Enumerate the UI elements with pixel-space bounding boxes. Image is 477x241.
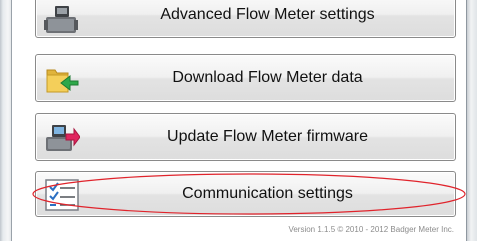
communication-settings-label: Communication settings bbox=[182, 185, 353, 202]
update-flow-meter-firmware-label: Update Flow Meter firmware bbox=[167, 128, 368, 145]
advanced-flow-meter-settings-label: Advanced Flow Meter settings bbox=[160, 6, 375, 23]
advanced-flow-meter-settings-button[interactable]: Advanced Flow Meter settings bbox=[35, 0, 456, 38]
flow-meter-icon bbox=[44, 3, 80, 37]
download-flow-meter-data-label: Download Flow Meter data bbox=[172, 69, 363, 86]
download-flow-meter-data-button[interactable]: Download Flow Meter data bbox=[35, 54, 456, 102]
folder-arrow-icon bbox=[44, 62, 80, 96]
flow-meter-update-icon bbox=[44, 121, 81, 155]
communication-settings-button[interactable]: Communication settings bbox=[35, 171, 456, 217]
checklist-icon bbox=[44, 178, 80, 212]
window-frame-left bbox=[0, 0, 12, 241]
version-text: Version 1.1.5 © 2010 - 2012 Badger Meter… bbox=[288, 225, 454, 234]
window-frame-right bbox=[466, 0, 477, 241]
update-flow-meter-firmware-button[interactable]: Update Flow Meter firmware bbox=[35, 113, 456, 161]
